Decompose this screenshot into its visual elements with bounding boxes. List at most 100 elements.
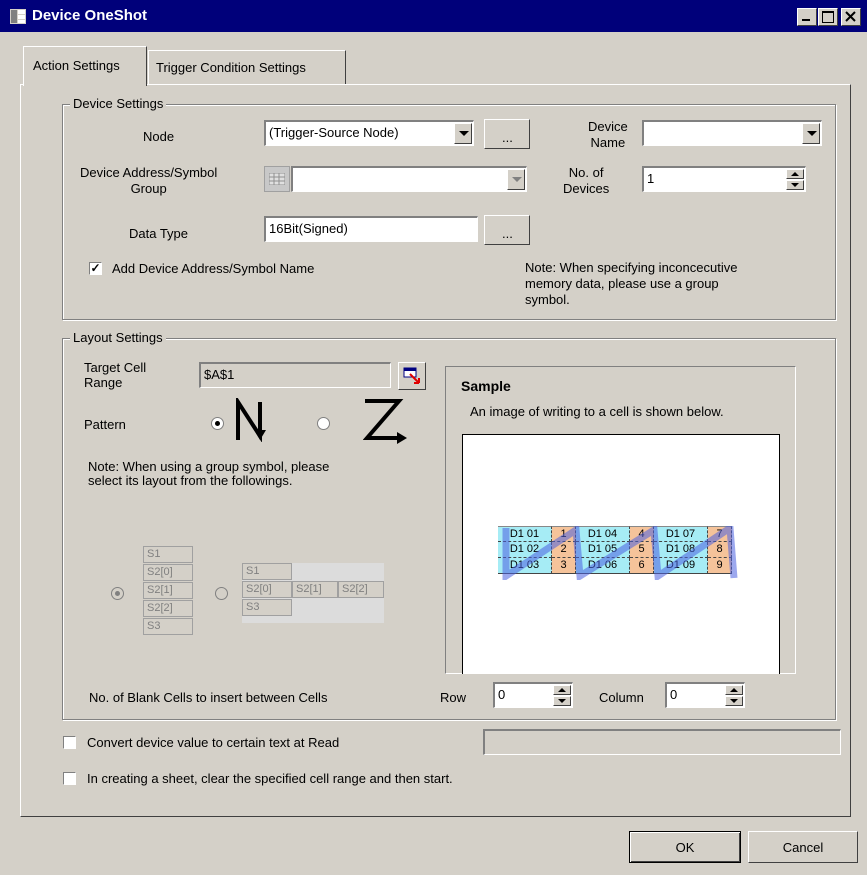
convert-checkbox[interactable] bbox=[63, 736, 76, 749]
ok-button[interactable]: OK bbox=[629, 831, 741, 863]
sample-image: D1 01 1 D1 04 4 D1 07 7 D1 02 2 D1 05 5 D1 08 8 D1 0… bbox=[462, 434, 780, 674]
minimize-icon bbox=[802, 19, 810, 21]
convert-label: Convert device value to certain text at … bbox=[87, 735, 340, 750]
app-icon bbox=[10, 9, 26, 24]
group-cell: S2[2] bbox=[338, 581, 384, 598]
maximize-button[interactable] bbox=[818, 8, 838, 26]
group-vertical-radio[interactable] bbox=[111, 587, 124, 600]
device-note-line3: symbol. bbox=[525, 292, 570, 307]
data-type-value: 16Bit(Signed) bbox=[269, 221, 348, 236]
group-cell: S3 bbox=[143, 618, 193, 635]
spin-down-icon[interactable] bbox=[786, 180, 804, 190]
tab-action-settings-label: Action Settings bbox=[33, 58, 120, 73]
device-name-label-line2: Name bbox=[590, 135, 626, 150]
group-cell: S3 bbox=[242, 599, 292, 616]
sample-title: Sample bbox=[461, 378, 511, 394]
device-name-label: Device Name bbox=[588, 119, 628, 151]
add-name-label: Add Device Address/Symbol Name bbox=[112, 261, 315, 276]
num-devices-input[interactable]: 1 bbox=[642, 166, 806, 192]
pattern-horizontal-icon bbox=[363, 399, 407, 444]
target-range-input[interactable]: $A$1 bbox=[199, 362, 391, 388]
target-range-label-line2: Range bbox=[84, 375, 123, 390]
cancel-label: Cancel bbox=[782, 840, 824, 855]
select-range-button[interactable] bbox=[398, 362, 426, 390]
address-dropdown[interactable] bbox=[291, 166, 527, 192]
write-order-path bbox=[502, 526, 738, 580]
cancel-button[interactable]: Cancel bbox=[748, 831, 858, 863]
clear-range-checkbox[interactable] bbox=[63, 772, 76, 785]
minimize-button[interactable] bbox=[797, 8, 817, 26]
row-spinner[interactable] bbox=[553, 685, 571, 706]
node-label: Node bbox=[143, 129, 175, 144]
layout-settings-legend: Layout Settings bbox=[70, 330, 166, 345]
pattern-vertical-radio[interactable] bbox=[211, 417, 224, 430]
group-cell: S2[0] bbox=[242, 581, 292, 598]
group-horizontal-radio[interactable] bbox=[215, 587, 228, 600]
group-cell: S1 bbox=[143, 546, 193, 563]
column-input[interactable]: 0 bbox=[665, 682, 745, 708]
data-type-browse-label: ... bbox=[502, 226, 513, 241]
num-devices-label-line2: Devices bbox=[563, 181, 610, 196]
device-note-line2: memory data, please use a group bbox=[525, 276, 719, 291]
node-dropdown[interactable]: (Trigger-Source Node) bbox=[264, 120, 474, 146]
data-type-label: Data Type bbox=[129, 226, 189, 241]
group-note-line1: Note: When using a group symbol, please bbox=[88, 459, 330, 474]
group-horizontal-preview: S1 S2[0] S2[1] S2[2] S3 bbox=[242, 563, 384, 623]
clear-range-label: In creating a sheet, clear the specified… bbox=[87, 771, 453, 786]
window-title: Device OneShot bbox=[32, 7, 148, 24]
chevron-down-icon[interactable] bbox=[802, 123, 820, 144]
device-name-label-line1: Device bbox=[588, 119, 628, 134]
pattern-label: Pattern bbox=[84, 417, 126, 432]
address-label: Device Address/Symbol Group bbox=[80, 165, 217, 197]
chevron-down-icon[interactable] bbox=[507, 169, 525, 190]
spin-down-icon[interactable] bbox=[553, 696, 571, 706]
address-label-line2: Group bbox=[130, 181, 167, 196]
select-range-icon bbox=[403, 367, 420, 384]
node-browse-button[interactable]: ... bbox=[484, 119, 530, 149]
device-name-dropdown[interactable] bbox=[642, 120, 822, 146]
symbol-grid-icon[interactable] bbox=[264, 166, 290, 192]
row-label: Row bbox=[440, 690, 467, 705]
group-cell: S2[2] bbox=[143, 600, 193, 617]
grid-icon bbox=[269, 173, 285, 185]
convert-text-input[interactable] bbox=[483, 729, 841, 755]
num-devices-spinner[interactable] bbox=[786, 169, 804, 190]
tab-trigger-condition-label: Trigger Condition Settings bbox=[156, 60, 306, 75]
device-note-line1: Note: When specifying inconcecutive bbox=[525, 260, 738, 275]
num-devices-label: No. of Devices bbox=[563, 165, 609, 197]
close-button[interactable] bbox=[841, 8, 861, 26]
spin-up-icon[interactable] bbox=[725, 685, 743, 695]
spin-down-icon[interactable] bbox=[725, 696, 743, 706]
column-label: Column bbox=[599, 690, 644, 705]
row-value: 0 bbox=[498, 687, 506, 702]
data-type-browse-button[interactable]: ... bbox=[484, 215, 530, 245]
group-cell: S2[1] bbox=[143, 582, 193, 599]
group-vertical-preview: S1 S2[0] S2[1] S2[2] S3 bbox=[143, 546, 193, 642]
spin-up-icon[interactable] bbox=[786, 169, 804, 179]
pattern-horizontal-radio[interactable] bbox=[317, 417, 330, 430]
data-type-input[interactable]: 16Bit(Signed) bbox=[264, 216, 478, 242]
blank-cells-label: No. of Blank Cells to insert between Cel… bbox=[89, 690, 328, 705]
close-icon bbox=[845, 11, 856, 22]
target-range-value: $A$1 bbox=[204, 367, 235, 382]
spin-up-icon[interactable] bbox=[553, 685, 571, 695]
tab-action-settings[interactable]: Action Settings bbox=[23, 46, 147, 86]
device-note: Note: When specifying inconcecutive memo… bbox=[525, 260, 737, 308]
num-devices-value: 1 bbox=[647, 171, 655, 186]
sample-description: An image of writing to a cell is shown b… bbox=[470, 404, 724, 419]
tab-trigger-condition-settings[interactable]: Trigger Condition Settings bbox=[148, 50, 346, 84]
num-devices-label-line1: No. of bbox=[568, 165, 604, 180]
address-label-line1: Device Address/Symbol bbox=[80, 165, 218, 180]
target-range-label-line1: Target Cell bbox=[84, 360, 147, 375]
group-note-line2: select its layout from the followings. bbox=[88, 473, 293, 488]
target-range-label: Target Cell Range bbox=[84, 360, 146, 390]
sample-grid: D1 01 1 D1 04 4 D1 07 7 D1 02 2 D1 05 5 D1 08 8 D1 0… bbox=[498, 526, 744, 580]
node-value: (Trigger-Source Node) bbox=[269, 125, 399, 140]
chevron-down-icon[interactable] bbox=[454, 123, 472, 144]
title-bar: Device OneShot bbox=[0, 0, 867, 32]
column-spinner[interactable] bbox=[725, 685, 743, 706]
row-input[interactable]: 0 bbox=[493, 682, 573, 708]
add-name-checkbox[interactable]: ✓ bbox=[89, 262, 102, 275]
group-note: Note: When using a group symbol, please … bbox=[88, 460, 329, 488]
group-cell: S2[0] bbox=[143, 564, 193, 581]
